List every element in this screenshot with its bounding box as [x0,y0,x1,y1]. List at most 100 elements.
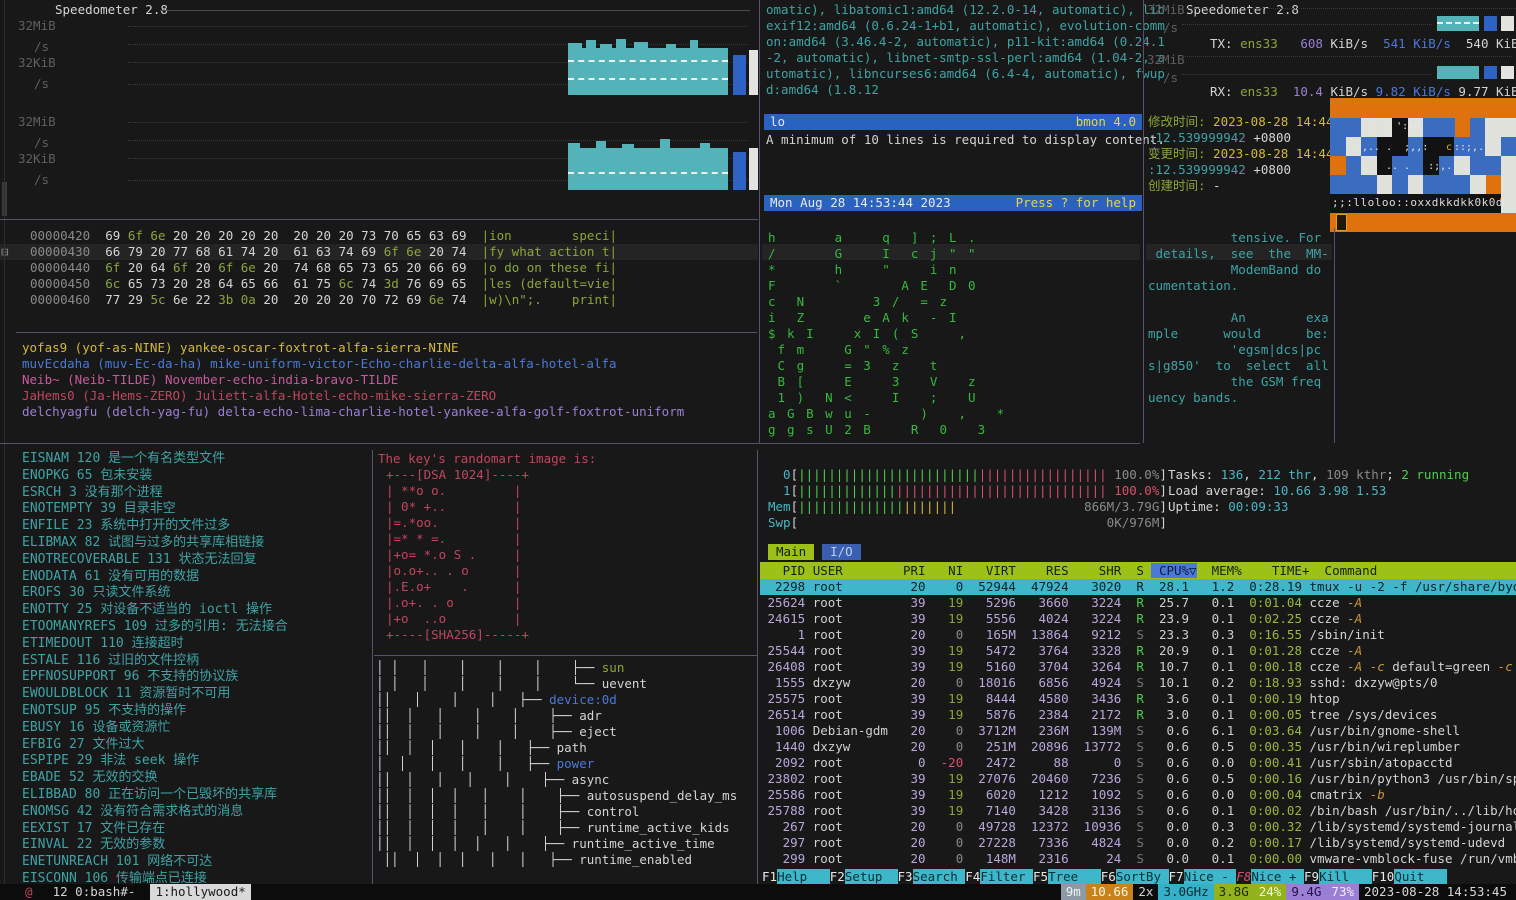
htop-uptime: Uptime: 00:09:33 [1168,499,1288,515]
process-row[interactable]: 23802 root 39 19 27076 20460 7236 S 0.6 … [760,771,1516,787]
fkey-label-sortby[interactable]: SortBy [1116,869,1169,884]
fkey-label-search[interactable]: Search [913,869,966,884]
scrollbar-track [4,0,5,884]
status-chip[interactable]: 2x [1133,884,1158,900]
bmon-footer: Mon Aug 28 14:53:44 2023 Press ? for hel… [764,195,1142,211]
terminal-line: Load average: 10.66 3.98 1.53 [1168,483,1386,499]
terminal-line: ESPIPE 29 非法 seek 操作 [22,753,368,770]
process-row[interactable]: 1006 Debian-gdm 20 0 3712M 236M 139M S 0… [760,723,1516,739]
fkey-label-kill[interactable]: Kill [1319,869,1372,884]
terminal-line: ││ │ │ │ │ │ ├── runtime_active_kids [376,820,756,836]
pane-sysfs-tree[interactable]: │ │ │ │ │ │ ├── sun│ │ │ │ │ │ └── ueven… [376,660,756,868]
process-row[interactable]: 1 root 20 0 165M 13864 9212 S 23.3 0.3 0… [760,627,1516,643]
pane-randomart[interactable]: The key's randomart image is: +---[DSA 1… [378,451,754,643]
fkey-f4[interactable]: F4 [965,869,980,884]
status-chip[interactable]: 73% [1326,884,1359,900]
pane-htop[interactable]: 0[||||||||||||||||||||||||||||||||||||||… [760,450,1516,884]
pane-phonetic[interactable]: yofas9 (yof-as-NINE) yankee-oscar-foxtro… [22,340,758,420]
axis-label: 32MiB [1147,52,1185,68]
pane-apt-log[interactable]: omatic), libatomic1:amd64 (12.2.0-14, au… [766,2,1142,98]
htop-table-header[interactable]: PID USER PRI NI VIRT RES SHR S CPU%▽ MEM… [760,562,1516,579]
art-glyphs: ',.. . ;,,: [1356,143,1428,153]
status-chip[interactable]: 9m [1061,884,1086,900]
terminal-line: 00000420 69 6f 6e 20 20 20 20 20 20 20 2… [30,228,758,244]
status-chip[interactable]: 3.8G [1214,884,1254,900]
process-row[interactable]: 25788 root 39 19 7140 3428 3136 S 0.6 0.… [760,803,1516,819]
status-chip[interactable]: 24% [1254,884,1287,900]
process-row[interactable]: 25624 root 39 19 5296 3660 3224 R 25.7 0… [760,595,1516,611]
active-window[interactable]: 1:hollywood* [150,884,250,900]
fkey-f3[interactable]: F3 [898,869,913,884]
pane-errno-list[interactable]: EISNAM 120 是一个有名类型文件ENOPKG 65 包未安装ESRCH … [22,451,368,888]
process-row[interactable]: 1555 dxzyw 20 0 18016 6856 4924 S 10.1 0… [760,675,1516,691]
pane-cmatrix[interactable]: h a q ] ; L ./ G I c j " "* h " i nF ` A… [768,230,1140,438]
terminal-line: B [ E 3 V z [768,374,1140,390]
fkey-label-nice[interactable]: Nice - [1184,869,1237,884]
bmon-header: lo bmon 4.0 [764,114,1142,130]
terminal-line: ESTALE 116 过旧的文件控柄 [22,653,368,670]
cmatrix-lines: h a q ] ; L ./ G I c j " "* h " i nF ` A… [768,230,1140,438]
status-chip[interactable]: 10.66 [1086,884,1134,900]
process-row[interactable]: 299 root 20 0 148M 2316 24 S 0.0 0.1 0:0… [760,851,1516,867]
pane-bmon[interactable]: lo bmon 4.0 A minimum of 10 lines is req… [764,114,1142,214]
fkey-f6[interactable]: F6 [1101,869,1116,884]
terminal-line: d:amd64 (1.8.12 [766,82,1142,98]
process-row[interactable]: 26514 root 39 19 5876 2384 2172 R 3.0 0.… [760,707,1516,723]
fkey-label-nice[interactable]: Nice + [1251,869,1304,884]
process-row[interactable]: 26408 root 39 19 5160 3704 3264 R 10.7 0… [760,659,1516,675]
process-row[interactable]: 297 root 20 0 27228 7336 4824 S 0.0 0.2 … [760,835,1516,851]
process-row[interactable]: 24615 root 39 19 5556 4024 3224 R 23.9 0… [760,611,1516,627]
terminal-line: ENETUNREACH 101 网络不可达 [22,854,368,871]
status-chip[interactable]: 2023-08-28 14:53:45 [1359,884,1512,900]
title-rule [160,10,750,11]
status-chip[interactable]: 9.4G [1286,884,1326,900]
pane-speedometer-right[interactable]: 32MiB /s 32MiB /s Speedometer 2.8 TX: en… [1146,0,1516,100]
terminal-line: ModemBand do [1148,262,1330,278]
pane-hexdump[interactable]: 00000420 69 6f 6e 20 20 20 20 20 20 20 2… [30,228,758,308]
fkey-label-quit[interactable]: Quit [1394,869,1447,884]
process-row[interactable]: 25586 root 39 19 6020 1212 1092 S 0.6 0.… [760,787,1516,803]
tab-io[interactable]: I/O [822,544,861,560]
pane-speedometer-left[interactable]: Speedometer 2.8 32MiB /s 32KiB /s 32MiB … [0,0,758,220]
process-row[interactable]: 25544 root 39 19 5472 3764 3328 R 20.9 0… [760,643,1516,659]
fkey-f2[interactable]: F2 [830,869,845,884]
terminal-line: :12.539999942 +0800 [1148,130,1330,146]
tab-main[interactable]: Main [768,544,814,560]
pane-modem-doc[interactable]: tensive. For details, see the MM- ModemB… [1148,230,1330,406]
fkey-f7[interactable]: F7 [1169,869,1184,884]
fkey-f1[interactable]: F1 [762,869,777,884]
status-chip[interactable]: 3.0GHz [1158,884,1213,900]
fkey-f10[interactable]: F10 [1372,869,1395,884]
axis-label: 32MiB [18,114,56,130]
randomart-lines: +---[DSA 1024]----+| **o o. || 0* +.. ||… [378,467,754,643]
htop-tasks: Tasks: 136, 212 thr, 109 kthr; 2 running [1168,467,1469,483]
process-row[interactable]: 2298 root 20 0 52944 47924 3020 R 28.1 1… [760,579,1516,595]
terminal-line: ENODATA 61 没有可用的数据 [22,569,368,586]
terminal-line: ││ │ │ │ │ │ ├── runtime_enabled [376,852,756,868]
process-row[interactable]: 25575 root 39 19 8444 4580 3436 R 3.6 0.… [760,691,1516,707]
axis-label: /s [1163,20,1178,36]
fkey-f9[interactable]: F9 [1304,869,1319,884]
terminal-line: ││ │ │ │ │ │ ├── runtime_active_time [376,836,756,852]
terminal-line: ││ │ │ │ │ ├── eject [376,724,756,740]
fkey-label-help[interactable]: Help [777,869,830,884]
terminal-line: 00000450 6c 65 73 20 28 64 65 66 61 75 6… [30,276,758,292]
process-row[interactable]: 2092 root 0 -20 2472 88 0 S 0.6 0.0 0:00… [760,755,1516,771]
speedometer-title: Speedometer 2.8 [55,2,168,18]
process-row[interactable]: 267 root 20 0 49728 12372 10936 S 0.0 0.… [760,819,1516,835]
byobu-status-chips: 9m10.662x3.0GHz3.8G24%9.4G73%2023-08-28 … [1061,884,1512,900]
fkey-label-setup[interactable]: Setup [845,869,898,884]
process-row[interactable]: 1440 dxzyw 20 0 251M 20896 13772 S 0.6 0… [760,739,1516,755]
pane-stat-times[interactable]: 修改时间: 2023-08-28 14:44:12.539999942 +080… [1148,114,1330,194]
session-icon[interactable]: @ [20,884,38,900]
terminal-line: $ k I x I ( S , [768,326,1140,342]
terminal-line: |+o= *.o S . | [386,547,754,563]
fkey-label-tree[interactable]: Tree [1048,869,1101,884]
terminal-cursor [1336,214,1347,231]
fkey-f5[interactable]: F5 [1033,869,1048,884]
pane-chafa-art[interactable]: . . ':kd',.. . ;,,:c::;,... . :;,.;;:llo… [1330,98,1516,232]
terminal-line: g g s U 2 B R 0 3 [768,422,1140,438]
fkey-f8[interactable]: F8 [1236,869,1251,884]
window-list[interactable]: 12 0:bash#- [45,884,143,899]
fkey-label-filter[interactable]: Filter [980,869,1033,884]
